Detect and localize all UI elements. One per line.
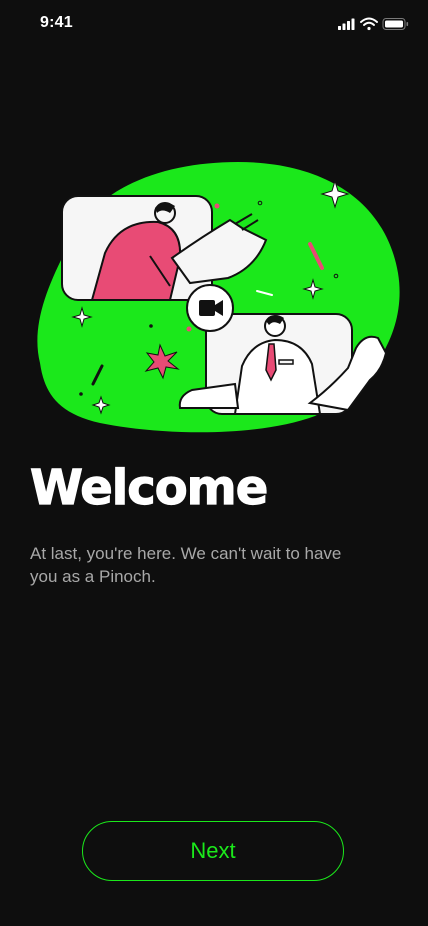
cellular-signal-icon: [338, 18, 355, 30]
next-button-label: Next: [190, 838, 236, 863]
battery-icon: [382, 18, 409, 30]
status-time: 9:41: [40, 14, 73, 31]
wifi-icon: [360, 17, 378, 31]
status-icons: [338, 17, 409, 31]
welcome-title: Welcome: [29, 460, 268, 516]
welcome-message: At last, you're here. We can't wait to h…: [30, 544, 342, 586]
video-camera-icon: [186, 284, 234, 332]
video-call-illustration: [37, 162, 400, 433]
next-button[interactable]: Next: [82, 821, 344, 881]
status-bar: 9:41: [0, 0, 428, 46]
